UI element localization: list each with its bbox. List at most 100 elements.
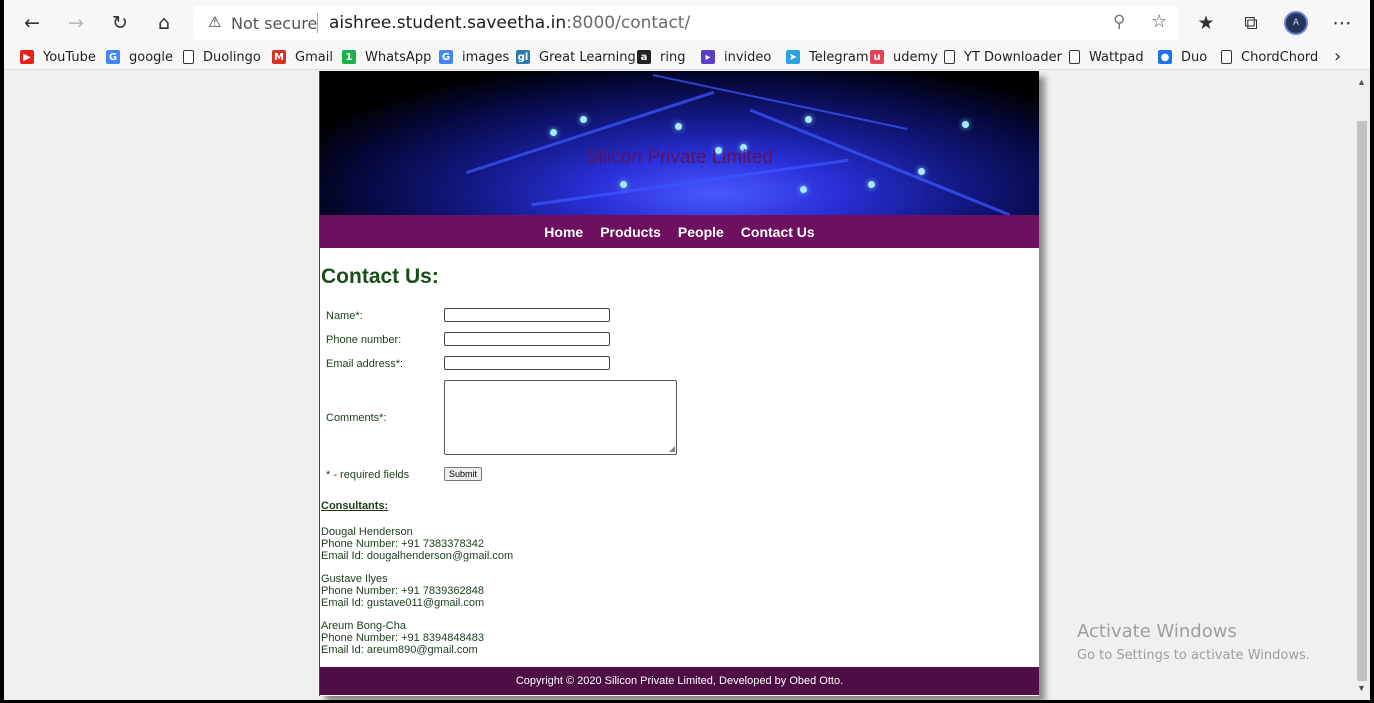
resize-grip-icon[interactable]: ◢ bbox=[669, 445, 675, 453]
bookmark-label: WhatsApp bbox=[365, 49, 432, 65]
activate-windows-watermark: Activate Windows Go to Settings to activ… bbox=[1077, 621, 1310, 663]
phone-field[interactable] bbox=[444, 332, 610, 346]
page-title: Contact Us: bbox=[321, 265, 439, 288]
security-label[interactable]: Not secure bbox=[231, 14, 317, 33]
email-field[interactable] bbox=[444, 356, 610, 370]
forward-icon[interactable]: → bbox=[61, 8, 91, 38]
collections-icon[interactable]: ⧉ bbox=[1236, 8, 1266, 38]
scroll-down-icon[interactable]: ▼ bbox=[1357, 683, 1366, 693]
browser-toolbar: ← → ↻ ⌂ ⚠ Not secure aishree.student.sav… bbox=[4, 0, 1370, 44]
bookmark-chordchord[interactable]: ChordChord bbox=[1221, 48, 1318, 66]
url-host: aishree.student.saveetha.in bbox=[329, 13, 567, 33]
bookmark-label: YT Downloader bbox=[964, 49, 1062, 65]
home-icon[interactable]: ⌂ bbox=[149, 8, 179, 38]
site-page: Silicon Private Limited Home Products Pe… bbox=[319, 71, 1039, 696]
nav-home[interactable]: Home bbox=[544, 224, 583, 240]
consultant-entry: Dougal Henderson Phone Number: +91 73833… bbox=[321, 526, 513, 562]
star-icon[interactable]: ☆ bbox=[1151, 11, 1167, 32]
vertical-scrollbar[interactable]: ▲ ▼ bbox=[1354, 71, 1370, 700]
bookmarks-bar: ▶ YouTube Ggoogle Duolingo M Gmail 1 WhatsApp Gi… bbox=[4, 44, 1370, 70]
circuit-light bbox=[918, 168, 925, 175]
comments-label: Comments*: bbox=[326, 412, 387, 424]
circuit-light bbox=[580, 116, 587, 123]
circuit-light bbox=[800, 186, 807, 193]
profile-avatar[interactable]: A bbox=[1284, 11, 1308, 35]
nav-contact-us[interactable]: Contact Us bbox=[741, 224, 815, 240]
consultant-phone: Phone Number: +91 7383378342 bbox=[321, 538, 484, 550]
nav-products[interactable]: Products bbox=[600, 224, 661, 240]
youtube-icon: ▶ bbox=[20, 50, 34, 64]
comments-textarea[interactable]: ◢ bbox=[444, 380, 677, 455]
back-icon[interactable]: ← bbox=[17, 8, 47, 38]
invideo-icon: ▸ bbox=[701, 50, 715, 64]
bookmark-whatsapp[interactable]: 1 WhatsApp bbox=[342, 48, 431, 66]
refresh-icon[interactable]: ↻ bbox=[105, 8, 135, 38]
bookmark-label: Great Learning bbox=[539, 49, 636, 65]
bookmark-label: ChordChord bbox=[1241, 49, 1319, 65]
name-field[interactable] bbox=[444, 308, 610, 322]
bookmark-images[interactable]: Gimages bbox=[439, 48, 509, 66]
site-title: Silicon Private Limited bbox=[586, 147, 773, 168]
circuit-light bbox=[620, 181, 627, 188]
bookmark-gmail[interactable]: M Gmail bbox=[272, 48, 333, 66]
telegram-icon: ➤ bbox=[786, 50, 800, 64]
consultant-name: Dougal Henderson bbox=[321, 526, 413, 538]
circuit-light bbox=[805, 116, 812, 123]
submit-button[interactable]: Submit bbox=[444, 467, 482, 481]
page-icon bbox=[1221, 50, 1232, 64]
bookmark-label: udemy bbox=[893, 49, 938, 65]
warning-icon: ⚠ bbox=[208, 13, 222, 31]
bookmark-yt-downloader[interactable]: YT Downloader bbox=[944, 48, 1062, 66]
page-icon bbox=[944, 50, 955, 64]
bookmark-label: Duolingo bbox=[203, 49, 261, 65]
consultant-name: Areum Bong-Cha bbox=[321, 620, 406, 632]
page-icon bbox=[1069, 50, 1080, 64]
bookmark-duolingo[interactable]: Duolingo bbox=[183, 48, 261, 66]
scroll-thumb[interactable] bbox=[1357, 121, 1367, 681]
duo-icon: ● bbox=[1158, 50, 1172, 64]
bookmark-udemy[interactable]: u udemy bbox=[870, 48, 938, 66]
bookmark-telegram[interactable]: ➤ Telegram bbox=[786, 48, 869, 66]
bookmark-great-learning[interactable]: gl Great Learning bbox=[516, 48, 636, 66]
bookmark-label: invideo bbox=[724, 49, 772, 65]
email-label: Email address*: bbox=[326, 358, 404, 370]
bookmark-youtube[interactable]: ▶ YouTube bbox=[20, 48, 96, 66]
activate-subtitle: Go to Settings to activate Windows. bbox=[1077, 648, 1310, 663]
site-footer: Copyright © 2020 Silicon Private Limited… bbox=[320, 667, 1039, 695]
address-bar[interactable]: ⚠ Not secure aishree.student.saveetha.in… bbox=[193, 6, 1179, 40]
browser-window: ← → ↻ ⌂ ⚠ Not secure aishree.student.sav… bbox=[4, 0, 1370, 700]
bookmark-duo[interactable]: ● Duo bbox=[1158, 48, 1207, 66]
url-text[interactable]: aishree.student.saveetha.in:8000/contact… bbox=[329, 13, 690, 33]
required-note: * - required fields bbox=[326, 469, 410, 481]
name-label: Name*: bbox=[326, 310, 363, 322]
udemy-icon: u bbox=[870, 50, 884, 64]
bookmark-label: Telegram bbox=[809, 49, 869, 65]
bookmark-google[interactable]: Ggoogle bbox=[106, 48, 173, 66]
consultant-name: Gustave Ilyes bbox=[321, 573, 388, 585]
contact-content: Contact Us: Name*: Phone number: Email a… bbox=[321, 248, 1039, 666]
zoom-icon[interactable]: ⚲ bbox=[1113, 12, 1125, 32]
menu-icon[interactable]: ⋯ bbox=[1327, 8, 1357, 38]
google-icon: G bbox=[439, 50, 453, 64]
bookmark-wattpad[interactable]: Wattpad bbox=[1069, 48, 1144, 66]
circuit-light bbox=[675, 123, 682, 130]
bookmark-label: ring bbox=[660, 49, 686, 65]
circuit-light bbox=[962, 121, 969, 128]
bookmark-invideo[interactable]: ▸ invideo bbox=[701, 48, 771, 66]
circuit-light bbox=[868, 181, 875, 188]
consultants-heading: Consultants: bbox=[321, 500, 389, 512]
scroll-up-icon[interactable]: ▲ bbox=[1357, 77, 1366, 87]
favorites-icon[interactable]: ★ bbox=[1191, 8, 1221, 38]
url-path: :8000/contact/ bbox=[566, 13, 691, 33]
nav-people[interactable]: People bbox=[678, 224, 724, 240]
bookmark-label: Duo bbox=[1181, 49, 1208, 65]
address-separator bbox=[317, 13, 318, 33]
consultant-email: Email Id: dougalhenderson@gmail.com bbox=[321, 550, 514, 562]
google-icon: G bbox=[106, 50, 120, 64]
bookmark-ring[interactable]: a ring bbox=[637, 48, 685, 66]
site-banner: Silicon Private Limited bbox=[320, 71, 1039, 215]
consultant-entry: Gustave Ilyes Phone Number: +91 78393628… bbox=[321, 573, 484, 609]
consultant-entry: Areum Bong-Cha Phone Number: +91 8394848… bbox=[321, 620, 484, 656]
amazon-icon: a bbox=[637, 50, 651, 64]
bookmarks-overflow-icon[interactable]: › bbox=[1334, 46, 1341, 67]
